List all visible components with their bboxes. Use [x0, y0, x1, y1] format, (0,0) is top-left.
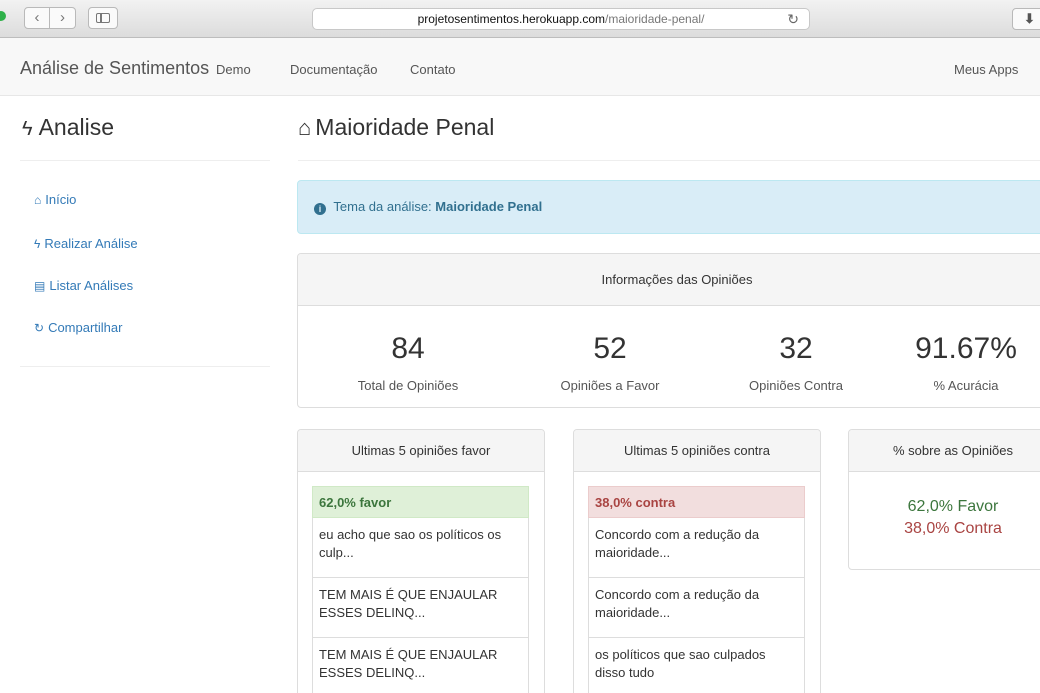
download-icon: ⬇: [1024, 11, 1035, 26]
percent-panel-heading: % sobre as Opiniões: [849, 430, 1040, 472]
sidebar-item-label: Listar Análises: [49, 278, 134, 293]
nav-link-contato[interactable]: Contato: [410, 62, 456, 77]
favor-panel-heading: Ultimas 5 opiniões favor: [298, 430, 544, 472]
nav-link-documentacao[interactable]: Documentação: [290, 62, 377, 77]
stat-value: 91.67%: [915, 332, 1017, 365]
chevron-left-icon: ‹: [34, 9, 40, 26]
title-divider: [298, 160, 1040, 161]
sidebar-divider: [20, 160, 270, 161]
alert-prefix: Tema da análise:: [333, 199, 432, 214]
stat-contra: 32 Opiniões Contra: [706, 332, 886, 393]
list-item[interactable]: TEM MAIS É QUE ENJAULAR ESSES DELINQ...: [312, 578, 529, 638]
stat-label: Total de Opiniões: [357, 378, 459, 393]
topic-alert: i Tema da análise: Maioridade Penal: [297, 180, 1040, 234]
info-icon: i: [314, 203, 326, 215]
contra-panel-heading: Ultimas 5 opiniões contra: [574, 430, 820, 472]
sidebar-item-label: Compartilhar: [48, 320, 123, 335]
reload-icon[interactable]: ↻: [787, 9, 799, 29]
home-icon: ⌂: [298, 115, 312, 140]
sidebar-icon: [96, 13, 110, 23]
sidebar-item-inicio[interactable]: ⌂ Início: [34, 192, 76, 207]
sidebar-item-label: Realizar Análise: [44, 236, 138, 251]
page-title-text: Maioridade Penal: [315, 114, 495, 140]
back-button[interactable]: ‹: [24, 7, 50, 29]
address-bar[interactable]: projetosentimentos.herokuapp.com/maiorid…: [312, 8, 810, 30]
percent-contra: 38,0% Contra: [904, 520, 1002, 537]
favor-percentage-header: 62,0% favor: [312, 486, 529, 518]
favor-opinions-list: 62,0% favor eu acho que sao os políticos…: [312, 486, 529, 693]
sidebar-item-listar-analises[interactable]: ▤ Listar Análises: [34, 278, 133, 293]
list-item[interactable]: TEM MAIS É QUE ENJAULAR ESSES DELINQ...: [312, 638, 529, 693]
stat-value: 52: [593, 332, 627, 365]
stat-total: 84 Total de Opiniões: [318, 332, 498, 393]
sidebar-item-compartilhar[interactable]: ↻ Compartilhar: [34, 320, 122, 335]
url-path: /maioridade-penal/: [605, 12, 705, 26]
stats-panel: Informações das Opiniões 84 Total de Opi…: [297, 253, 1040, 408]
contra-opinions-panel: Ultimas 5 opiniões contra 38,0% contra C…: [573, 429, 821, 693]
list-item[interactable]: os políticos que sao culpados disso tudo: [588, 638, 805, 693]
bolt-icon: ϟ: [22, 118, 33, 140]
sidebar-item-label: Início: [45, 192, 77, 207]
site-navbar: Análise de Sentimentos Demo Documentação…: [0, 38, 1040, 96]
list-icon: ▤: [34, 279, 46, 293]
list-item[interactable]: Concordo com a redução da maioridade...: [588, 578, 805, 638]
stat-accuracy: 91.67% % Acurácia: [876, 332, 1040, 393]
contra-opinions-list: 38,0% contra Concordo com a redução da m…: [588, 486, 805, 693]
browser-toolbar: ‹ › projetosentimentos.herokuapp.com/mai…: [0, 0, 1040, 38]
sidebar-toggle-button[interactable]: [88, 7, 118, 29]
stat-label: % Acurácia: [933, 378, 999, 393]
list-item[interactable]: eu acho que sao os políticos os culp...: [312, 518, 529, 578]
contra-percentage-header: 38,0% contra: [588, 486, 805, 518]
alert-topic: Maioridade Penal: [435, 199, 543, 214]
home-icon: ⌂: [34, 193, 42, 207]
downloads-button[interactable]: ⬇: [1012, 8, 1040, 30]
window-zoom-button[interactable]: [0, 11, 6, 21]
nav-link-meus-apps[interactable]: Meus Apps: [954, 62, 1018, 77]
stat-label: Opiniões a Favor: [560, 378, 660, 393]
percent-values: 62,0% Favor 38,0% Contra: [849, 496, 1040, 540]
sidebar-title-text: Analise: [38, 114, 115, 140]
share-icon: ↻: [34, 321, 45, 335]
percent-panel: % sobre as Opiniões 62,0% Favor 38,0% Co…: [848, 429, 1040, 570]
sidebar-item-realizar-analise[interactable]: ϟ Realizar Análise: [34, 236, 138, 251]
percent-favor: 62,0% Favor: [907, 498, 999, 515]
stat-value: 84: [391, 332, 425, 365]
stat-label: Opiniões Contra: [749, 378, 843, 393]
sidebar-divider: [20, 366, 270, 367]
stat-favor: 52 Opiniões a Favor: [520, 332, 700, 393]
bolt-icon: ϟ: [34, 237, 41, 251]
stats-panel-heading: Informações das Opiniões: [298, 254, 1040, 306]
favor-opinions-panel: Ultimas 5 opiniões favor 62,0% favor eu …: [297, 429, 545, 693]
list-item[interactable]: Concordo com a redução da maioridade...: [588, 518, 805, 578]
brand-link[interactable]: Análise de Sentimentos: [20, 58, 209, 79]
forward-button[interactable]: ›: [50, 7, 76, 29]
url-host: projetosentimentos.herokuapp.com: [417, 12, 606, 26]
chevron-right-icon: ›: [60, 9, 65, 26]
stat-value: 32: [779, 332, 813, 365]
nav-link-demo[interactable]: Demo: [216, 62, 251, 77]
page-title: ⌂ Maioridade Penal: [298, 114, 494, 141]
sidebar-title: ϟ Analise: [22, 114, 114, 141]
